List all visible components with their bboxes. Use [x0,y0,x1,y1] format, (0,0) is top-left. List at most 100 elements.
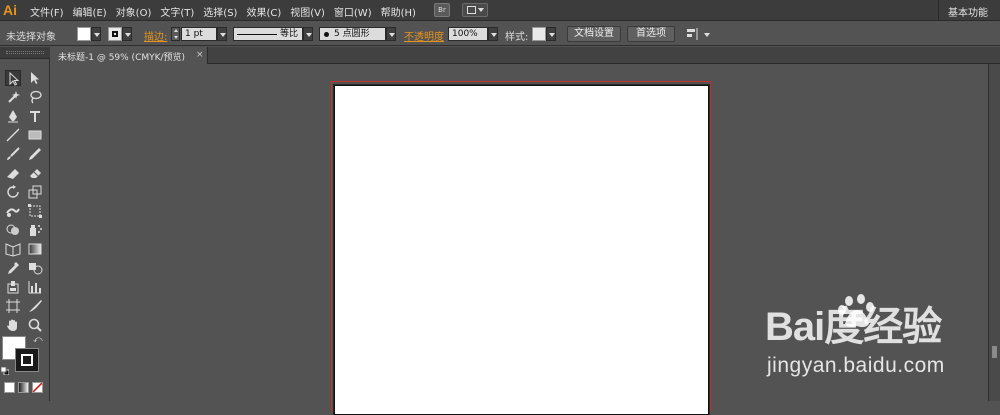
opacity-dropdown[interactable] [488,27,498,41]
paintbrush-tool-icon[interactable] [5,146,21,162]
menu-type[interactable]: 文字(T) [160,4,194,19]
chevron-down-icon [306,33,312,37]
brush-label: 5 点圆形 [334,29,370,39]
stroke-weight-dropdown[interactable] [217,27,227,41]
document-tab[interactable]: 未标题-1 @ 59% (CMYK/预览) × [50,47,208,64]
shape-builder-tool-icon[interactable] [5,222,21,238]
color-mode-icon[interactable] [4,382,15,393]
rectangle-tool-icon[interactable] [27,127,43,143]
workspace-switcher[interactable]: 基本功能 [948,4,988,19]
chevron-down-icon [549,33,555,37]
stroke-label[interactable]: 描边: [144,28,167,43]
eraser-tool-icon[interactable] [27,165,43,181]
profile-label: 等比 [280,29,299,39]
menu-object[interactable]: 对象(O) [116,4,152,19]
type-tool-icon[interactable] [27,108,43,124]
chevron-down-icon [478,8,484,12]
column-graph-tool-icon[interactable] [27,279,43,295]
stroke-weight-input[interactable]: 1 pt [181,27,217,41]
fill-color-swatch[interactable] [77,27,91,41]
stroke-weight-stepper[interactable] [171,27,180,41]
direct-selection-tool-icon[interactable] [27,70,43,86]
opacity-label[interactable]: 不透明度 [404,28,444,43]
graphic-style-swatch[interactable] [532,27,546,41]
chevron-down-icon [94,33,100,37]
chevron-down-icon [389,33,395,37]
pencil-tool-icon[interactable] [27,146,43,162]
grid-icon [467,6,476,14]
tools-panel-header[interactable] [0,47,50,59]
lasso-tool-icon[interactable] [27,89,43,105]
baidu-watermark: Bai度经验 jingyan.baidu.com [745,290,965,380]
none-mode-icon[interactable] [32,382,43,393]
align-icon[interactable] [686,27,700,41]
fill-dropdown[interactable] [91,27,101,41]
chevron-down-icon [491,33,497,37]
gradient-tool-icon[interactable] [27,241,43,257]
stroke-swatch[interactable] [15,348,39,372]
main-menu: 文件(F) 编辑(E) 对象(O) 文字(T) 选择(S) 效果(C) 视图(V… [30,4,425,19]
menu-file[interactable]: 文件(F) [30,4,64,19]
scale-tool-icon[interactable] [27,184,43,200]
menu-help[interactable]: 帮助(H) [381,4,416,19]
line-segment-tool-icon[interactable] [5,127,21,143]
slice-tool-icon[interactable] [27,298,43,314]
free-transform-tool-icon[interactable] [27,203,43,219]
zoom-tool-icon[interactable] [27,317,43,333]
divider [938,0,939,21]
menu-view[interactable]: 视图(V) [290,4,325,19]
menu-bar: Ai 文件(F) 编辑(E) 对象(O) 文字(T) 选择(S) 效果(C) 视… [0,0,1000,21]
brush-dot-icon [324,32,329,37]
selection-tool-icon[interactable] [5,70,21,86]
default-fill-stroke-icon[interactable] [0,366,10,376]
warp-tool-icon[interactable] [5,203,21,219]
artboard-tool-icon[interactable] [5,298,21,314]
brush-definition[interactable]: 5 点圆形 [319,27,386,41]
stroke-square-icon [112,31,118,37]
live-paint-tool-icon[interactable] [5,279,21,295]
rotate-tool-icon[interactable] [5,184,21,200]
document-setup-button[interactable]: 文档设置 [567,26,621,42]
stroke-dropdown[interactable] [122,27,132,41]
style-dropdown[interactable] [546,27,556,41]
menu-window[interactable]: 窗口(W) [334,4,372,19]
preferences-button[interactable]: 首选项 [627,26,675,42]
brush-dropdown[interactable] [386,27,396,41]
watermark-url: jingyan.baidu.com [767,354,945,377]
pen-tool-icon[interactable] [5,108,21,124]
grip-icon [6,51,44,54]
gradient-mode-icon[interactable] [18,382,29,393]
profile-dropdown[interactable] [303,27,313,41]
magic-wand-tool-icon[interactable] [5,89,21,105]
chevron-down-icon[interactable] [704,33,710,37]
arrange-documents-button[interactable] [462,3,488,17]
menu-select[interactable]: 选择(S) [203,4,237,19]
menu-effect[interactable]: 效果(C) [246,4,281,19]
tools-panel: ⤺ [0,47,50,401]
arrow-down-icon [174,36,178,39]
blob-brush-tool-icon[interactable] [5,165,21,181]
app-logo: Ai [3,2,17,18]
hand-tool-icon[interactable] [5,317,21,333]
document-tab-bar: 未标题-1 @ 59% (CMYK/预览) × [50,47,1000,64]
variable-width-profile[interactable]: 等比 [233,27,303,41]
vertical-scrollbar[interactable] [988,64,1000,401]
chevron-down-icon [220,33,226,37]
control-bar: 未选择对象 描边: 1 pt 等比 5 点圆形 不透明度 100% 样式: 文档 [0,22,1000,46]
menu-edit[interactable]: 编辑(E) [73,4,107,19]
stroke-inner [21,354,33,366]
arrow-up-icon [174,29,178,32]
eyedropper-tool-icon[interactable] [5,260,21,276]
stroke-color-swatch[interactable] [108,27,122,41]
scrollbar-thumb[interactable] [992,346,997,358]
artboard[interactable] [334,85,709,415]
blend-tool-icon[interactable] [27,260,43,276]
opacity-input[interactable]: 100% [448,27,488,41]
bridge-button[interactable]: Br [434,3,450,17]
stroke-line-icon [237,34,277,35]
perspective-grid-tool-icon[interactable] [5,241,21,257]
swap-fill-stroke-icon[interactable]: ⤺ [33,335,43,345]
watermark-logo: Bai度经验 [765,305,942,349]
symbol-sprayer-tool-icon[interactable] [27,222,43,238]
close-icon[interactable]: × [196,50,204,60]
